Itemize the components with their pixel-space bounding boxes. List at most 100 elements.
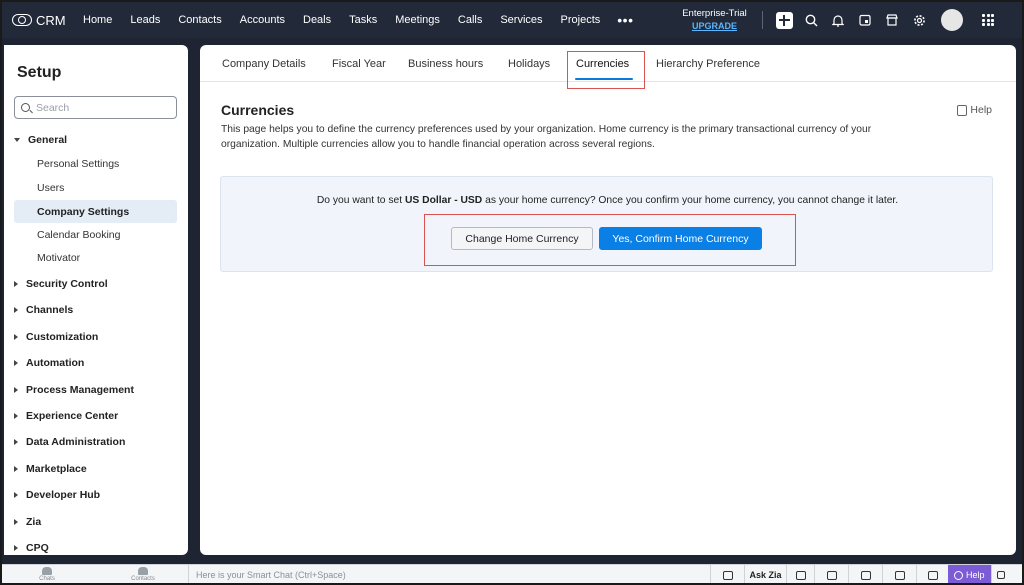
caret-right-icon xyxy=(14,360,18,366)
sidebar-group-zia[interactable]: Zia xyxy=(4,510,188,534)
app-name: CRM xyxy=(36,12,66,28)
sidebar-group-label: Zia xyxy=(26,516,42,528)
home-currency-name: US Dollar - USD xyxy=(405,195,483,206)
sidebar-group-channels[interactable]: Channels xyxy=(4,298,188,322)
reminder-icon xyxy=(826,570,837,580)
tab-fiscal-year[interactable]: Fiscal Year xyxy=(332,45,386,82)
setup-sidebar: Setup General Personal Settings Users Co… xyxy=(4,45,188,555)
nav-accounts[interactable]: Accounts xyxy=(231,2,294,38)
sidebar-group-process-management[interactable]: Process Management xyxy=(4,378,188,402)
sidebar-group-experience-center[interactable]: Experience Center xyxy=(4,404,188,428)
nav-meetings[interactable]: Meetings xyxy=(386,2,449,38)
nav-home[interactable]: Home xyxy=(74,2,121,38)
create-button[interactable] xyxy=(771,2,798,38)
sidebar-group-marketplace[interactable]: Marketplace xyxy=(4,457,188,481)
nav-contacts[interactable]: Contacts xyxy=(169,2,230,38)
chats-label: Chats xyxy=(39,576,55,582)
notifications-button[interactable] xyxy=(825,2,852,38)
sidebar-item-personal-settings[interactable]: Personal Settings xyxy=(14,152,177,175)
tab-holidays[interactable]: Holidays xyxy=(508,45,550,82)
user-avatar[interactable] xyxy=(940,9,963,31)
help-link[interactable]: Help xyxy=(957,104,992,116)
sidebar-group-customization[interactable]: Customization xyxy=(4,325,188,349)
tab-business-hours[interactable]: Business hours xyxy=(408,45,483,82)
home-currency-confirm-panel: Do you want to set US Dollar - USD as yo… xyxy=(220,176,993,272)
sidebar-group-general[interactable]: General xyxy=(4,128,188,152)
tab-company-details[interactable]: Company Details xyxy=(222,45,306,82)
contacts-label: Contacts xyxy=(131,576,155,582)
apps-button[interactable] xyxy=(975,2,1002,38)
nav-calls[interactable]: Calls xyxy=(449,2,491,38)
sidebar-item-users[interactable]: Users xyxy=(14,176,177,199)
sidebar-group-label: Experience Center xyxy=(26,410,119,422)
store-icon xyxy=(886,14,898,26)
sidebar-group-label: Developer Hub xyxy=(26,489,101,501)
caret-right-icon xyxy=(14,334,18,340)
help-book-icon xyxy=(957,104,968,116)
confirm-message-prefix: Do you want to set xyxy=(316,195,405,206)
caret-right-icon xyxy=(14,492,18,498)
nav-deals[interactable]: Deals xyxy=(294,2,340,38)
sidebar-group-automation[interactable]: Automation xyxy=(4,351,188,375)
confirm-home-currency-button[interactable]: Yes, Confirm Home Currency xyxy=(599,227,762,250)
sidebar-group-developer-hub[interactable]: Developer Hub xyxy=(4,483,188,507)
reminders-button[interactable] xyxy=(814,565,848,583)
main-panel: Company Details Fiscal Year Business hou… xyxy=(200,45,1016,555)
upgrade-link[interactable]: UPGRADE xyxy=(676,20,754,32)
caret-right-icon xyxy=(14,307,18,313)
sidebar-group-security-control[interactable]: Security Control xyxy=(4,272,188,296)
help-button-label: Help xyxy=(966,570,985,580)
nav-leads[interactable]: Leads xyxy=(121,2,169,38)
page-title: Currencies xyxy=(221,102,295,118)
crm-logo[interactable]: CRM xyxy=(2,13,74,28)
sidebar-search[interactable] xyxy=(14,96,177,119)
global-search-button[interactable] xyxy=(798,2,825,38)
bell-icon xyxy=(832,14,844,27)
history-icon xyxy=(927,570,938,580)
sidebar-item-company-settings[interactable]: Company Settings xyxy=(14,200,177,223)
plan-label: Enterprise-Trial xyxy=(682,8,747,19)
recent-button[interactable] xyxy=(916,565,948,583)
ask-zia-button[interactable]: Ask Zia xyxy=(744,565,786,583)
caret-right-icon xyxy=(14,439,18,445)
calendar-button[interactable] xyxy=(852,2,879,38)
nav-projects[interactable]: Projects xyxy=(552,2,610,38)
marketplace-button[interactable] xyxy=(879,2,906,38)
sidebar-group-data-administration[interactable]: Data Administration xyxy=(4,430,188,454)
search-input[interactable] xyxy=(36,101,166,114)
tab-highlight-box xyxy=(567,51,645,89)
sidebar-group-label: Process Management xyxy=(26,384,134,396)
sidebar-item-calendar-booking[interactable]: Calendar Booking xyxy=(14,223,177,246)
feedback-button[interactable] xyxy=(990,565,1011,583)
nav-tasks[interactable]: Tasks xyxy=(340,2,386,38)
sidebar-group-label: CPQ xyxy=(26,542,49,554)
signals-button[interactable] xyxy=(786,565,814,583)
alarm-clock-icon xyxy=(894,570,905,580)
contacts-button[interactable]: Contacts xyxy=(127,567,159,582)
nav-services[interactable]: Services xyxy=(491,2,551,38)
bottom-bar: Chats Contacts Here is your Smart Chat (… xyxy=(2,564,1022,583)
chats-button[interactable]: Chats xyxy=(32,567,62,582)
tab-hierarchy-preference[interactable]: Hierarchy Preference xyxy=(656,45,760,82)
sidebar-item-motivator[interactable]: Motivator xyxy=(14,246,177,269)
sidebar-group-label: Automation xyxy=(26,357,85,369)
sidebar-group-label: Security Control xyxy=(26,278,108,290)
setup-button[interactable] xyxy=(906,2,933,38)
help-button[interactable]: Help xyxy=(948,565,991,583)
zia-button[interactable] xyxy=(848,565,882,583)
smart-chat-input[interactable]: Here is your Smart Chat (Ctrl+Space) xyxy=(188,565,710,583)
sidebar-title: Setup xyxy=(17,64,62,81)
announcement-button[interactable] xyxy=(710,565,744,583)
alarm-button[interactable] xyxy=(882,565,916,583)
caret-right-icon xyxy=(14,413,18,419)
plan-info: Enterprise-Trial UPGRADE xyxy=(676,8,754,32)
help-label: Help xyxy=(970,104,992,116)
zia-icon xyxy=(860,570,871,580)
calendar-icon xyxy=(859,14,871,26)
feedback-icon xyxy=(997,571,1006,579)
change-home-currency-button[interactable]: Change Home Currency xyxy=(451,227,593,250)
sidebar-group-label: Channels xyxy=(26,304,74,316)
nav-more-icon[interactable]: ••• xyxy=(609,2,641,38)
sidebar-group-cpq[interactable]: CPQ xyxy=(4,536,188,555)
chat-bubble-icon xyxy=(42,567,52,575)
